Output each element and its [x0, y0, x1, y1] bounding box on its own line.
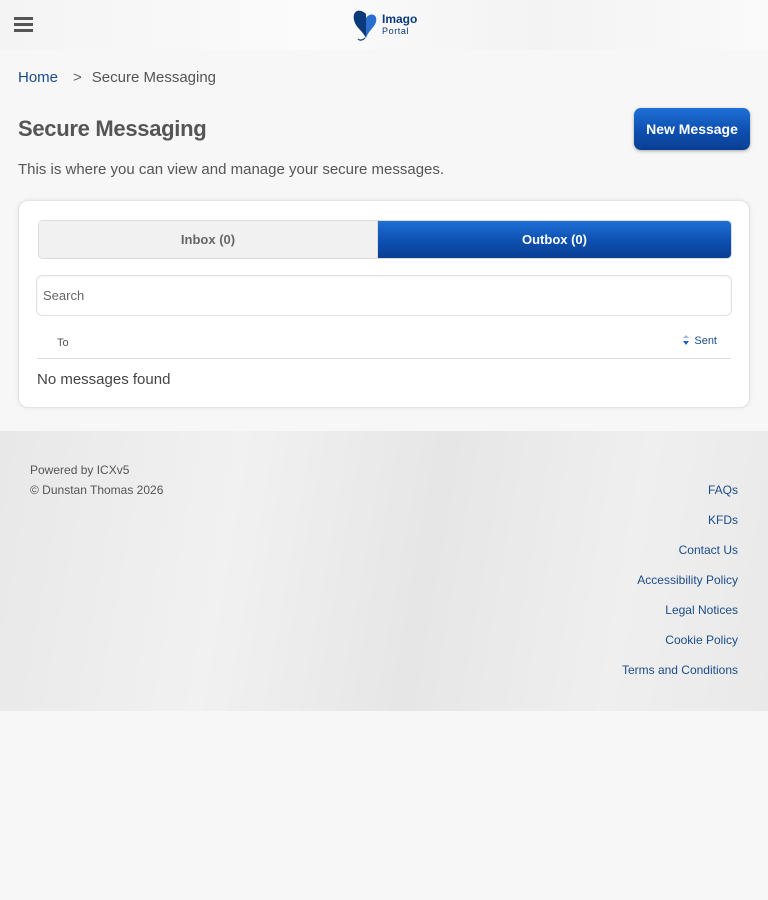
logo-title: Imago: [382, 12, 418, 26]
sort-desc-icon: [683, 335, 690, 345]
new-message-button[interactable]: New Message: [634, 108, 750, 150]
footer-link-faqs[interactable]: FAQs: [708, 483, 738, 497]
breadcrumb: Home > Secure Messaging: [18, 69, 216, 86]
empty-state-message: No messages found: [37, 371, 171, 388]
footer-links: FAQs KFDs Contact Us Accessibility Polic…: [622, 483, 738, 693]
footer: Powered by ICXv5 © Dunstan Thomas 2026 F…: [0, 431, 768, 711]
column-sent[interactable]: Sent: [682, 335, 717, 347]
tab-inbox[interactable]: Inbox (0): [39, 221, 379, 258]
footer-link-kfds[interactable]: KFDs: [708, 513, 738, 527]
page-title: Secure Messaging: [18, 116, 207, 141]
page-description: This is where you can view and manage yo…: [18, 161, 445, 178]
hamburger-icon[interactable]: [14, 17, 34, 33]
column-to[interactable]: To: [57, 337, 69, 349]
messages-card: Inbox (0) Outbox (0) To Sent No messages…: [18, 200, 750, 408]
logo-subtitle: Portal: [382, 26, 410, 36]
message-tabs: Inbox (0) Outbox (0): [38, 220, 732, 259]
logo[interactable]: Imago Portal: [350, 8, 420, 42]
breadcrumb-current: Secure Messaging: [91, 69, 217, 86]
footer-link-terms-and-conditions[interactable]: Terms and Conditions: [622, 663, 738, 677]
footer-link-legal-notices[interactable]: Legal Notices: [665, 603, 738, 617]
tab-outbox[interactable]: Outbox (0): [378, 221, 731, 258]
footer-link-cookie-policy[interactable]: Cookie Policy: [665, 633, 738, 647]
breadcrumb-separator: >: [73, 69, 82, 86]
table-header: To Sent: [37, 327, 731, 359]
powered-by: Powered by ICXv5: [30, 463, 130, 477]
copyright: © Dunstan Thomas 2026: [30, 483, 164, 497]
top-header: Imago Portal: [0, 0, 768, 50]
footer-link-contact-us[interactable]: Contact Us: [679, 543, 738, 557]
butterfly-logo-icon: [353, 10, 377, 41]
breadcrumb-home-link[interactable]: Home: [18, 69, 58, 86]
search-input[interactable]: [36, 275, 732, 316]
footer-link-accessibility-policy[interactable]: Accessibility Policy: [637, 573, 738, 587]
column-sent-label: Sent: [694, 335, 717, 347]
